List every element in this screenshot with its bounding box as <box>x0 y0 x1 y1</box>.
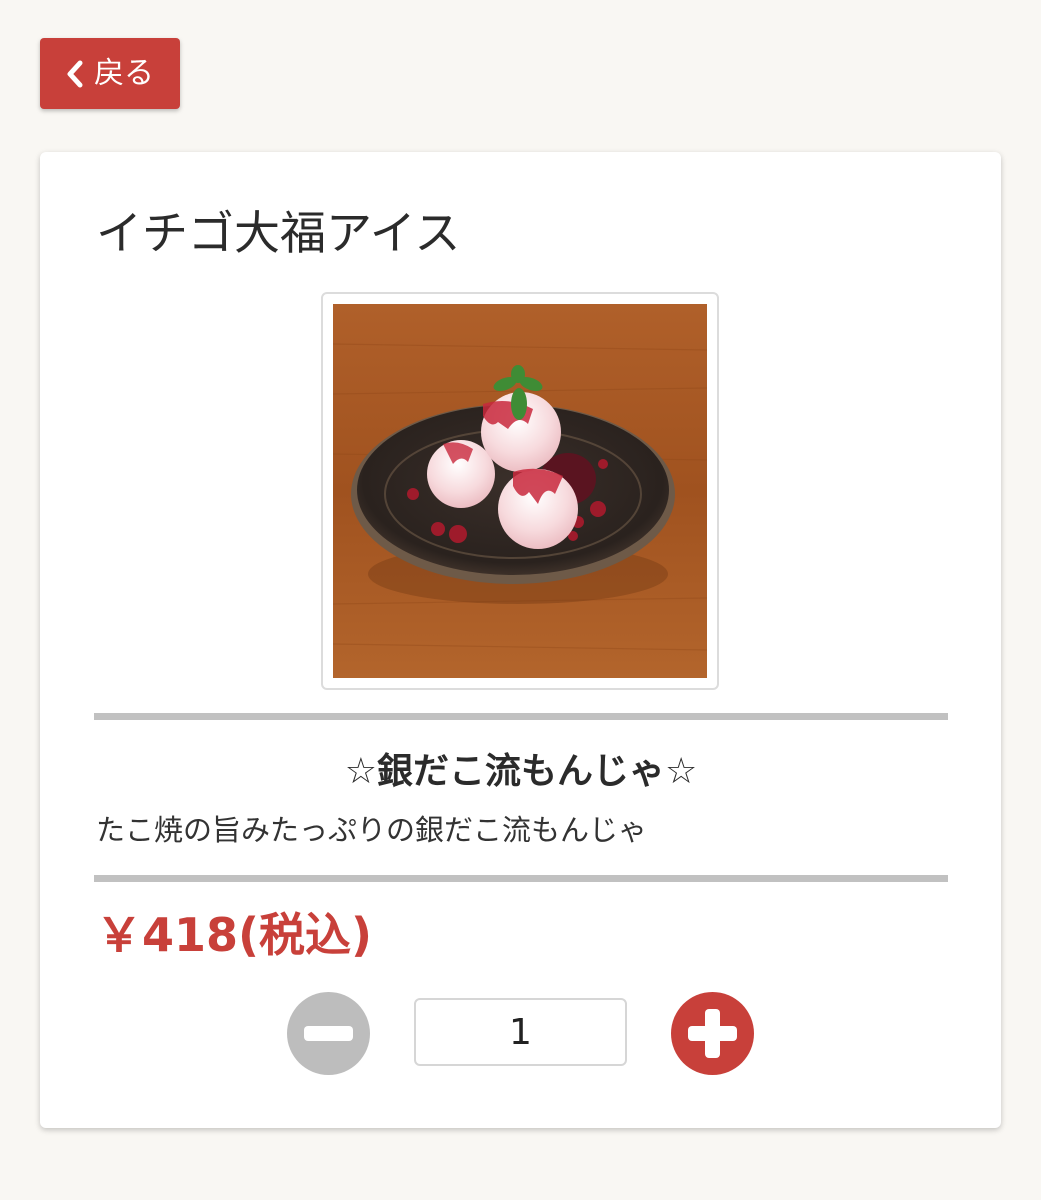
increase-quantity-button[interactable] <box>671 992 754 1075</box>
back-button[interactable]: 戻る <box>40 38 180 109</box>
decrease-quantity-button[interactable] <box>287 992 370 1075</box>
product-title: イチゴ大福アイス <box>96 206 461 260</box>
minus-circle-icon <box>304 1026 353 1041</box>
product-price: ￥418(税込) <box>96 908 373 962</box>
product-catchphrase: ☆銀だこ流もんじゃ☆ <box>344 751 698 792</box>
quantity-input[interactable] <box>414 998 627 1066</box>
product-image <box>321 292 719 690</box>
chevron-left-icon <box>66 60 86 88</box>
product-card: イチゴ大福アイス ☆銀だこ流もんじゃ☆ たこ焼の旨みたっぷりの銀だこ流もんじゃ … <box>40 152 1001 1128</box>
divider-top <box>94 713 948 720</box>
divider-bottom <box>94 875 948 882</box>
product-photo <box>333 304 707 678</box>
back-button-label: 戻る <box>94 55 154 91</box>
product-description: たこ焼の旨みたっぷりの銀だこ流もんじゃ <box>96 813 648 847</box>
